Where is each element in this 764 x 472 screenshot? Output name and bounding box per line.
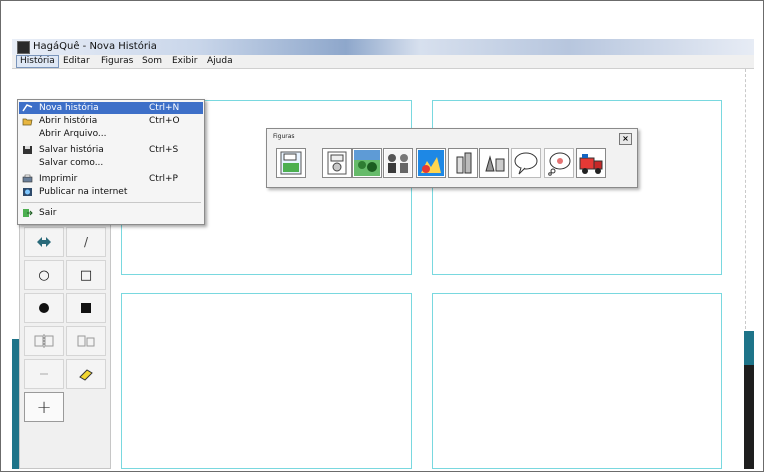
app-icon bbox=[17, 41, 30, 54]
gif-page-button[interactable] bbox=[322, 148, 352, 178]
truck-figure-button[interactable] bbox=[576, 148, 606, 178]
menu-figuras[interactable]: Figuras bbox=[98, 55, 136, 68]
figuras-toolbar: Figuras × bbox=[266, 128, 638, 188]
scenery-button[interactable] bbox=[352, 148, 382, 178]
crosshair-icon: + bbox=[36, 396, 52, 418]
comic-workspace: A / ○ □ bbox=[12, 69, 754, 469]
square-icon: □ bbox=[79, 267, 93, 283]
menu-item-abrir-historia[interactable]: Abrir história Ctrl+O bbox=[19, 115, 203, 127]
figuras-close-button[interactable]: × bbox=[619, 133, 632, 145]
gif-image-icon bbox=[280, 151, 302, 175]
salvar-historia-label: Salvar história bbox=[39, 145, 104, 155]
move-tool[interactable] bbox=[24, 227, 64, 257]
sair-label: Sair bbox=[39, 208, 57, 218]
arrows-icon bbox=[37, 237, 51, 247]
characters-button[interactable] bbox=[383, 148, 413, 178]
salvar-historia-shortcut: Ctrl+S bbox=[149, 145, 179, 155]
thought-balloon-icon bbox=[548, 152, 571, 176]
publicar-internet-label: Publicar na internet bbox=[39, 187, 128, 197]
menu-item-salvar-historia[interactable]: Salvar história Ctrl+S bbox=[19, 144, 203, 156]
save-disk-icon bbox=[23, 146, 32, 154]
imprimir-label: Imprimir bbox=[39, 174, 78, 184]
window-title: HagáQuê - Nova História bbox=[33, 41, 157, 52]
new-story-icon bbox=[22, 104, 33, 112]
menu-item-salvar-como[interactable]: Salvar como... bbox=[19, 157, 203, 169]
line-tool[interactable]: / bbox=[66, 227, 106, 257]
publish-web-icon bbox=[23, 188, 32, 196]
filled-rectangle-tool[interactable] bbox=[66, 293, 106, 323]
nova-historia-label: Nova história bbox=[39, 103, 99, 113]
abrir-historia-shortcut: Ctrl+O bbox=[149, 116, 180, 126]
nova-historia-shortcut: Ctrl+N bbox=[149, 103, 180, 113]
eraser-tool[interactable] bbox=[66, 359, 106, 389]
menu-ajuda[interactable]: Ajuda bbox=[204, 55, 236, 68]
figuras-toolbar-title: Figuras bbox=[273, 133, 295, 140]
exit-icon bbox=[23, 209, 33, 217]
comic-panel-3[interactable] bbox=[121, 293, 412, 469]
dark-backdrop-right bbox=[744, 365, 754, 469]
bottle-figure-button[interactable] bbox=[448, 148, 478, 178]
menu-item-publicar-internet[interactable]: Publicar na internet bbox=[19, 186, 203, 198]
menu-bar: História Editar Figuras Som Exibir Ajuda bbox=[12, 55, 754, 69]
open-folder-icon bbox=[22, 118, 33, 126]
salvar-como-label: Salvar como... bbox=[39, 158, 104, 168]
characters-icon bbox=[385, 150, 411, 176]
menu-separator bbox=[21, 202, 201, 203]
menu-item-abrir-arquivo[interactable]: Abrir Arquivo... bbox=[19, 128, 203, 140]
gif-image-button[interactable] bbox=[276, 148, 306, 178]
circle-tool[interactable]: ○ bbox=[24, 260, 64, 290]
flip-horizontal-icon bbox=[34, 334, 54, 348]
title-bar[interactable]: HagáQuê - Nova História bbox=[12, 39, 754, 55]
color-figure-icon bbox=[418, 150, 444, 176]
truck-icon bbox=[578, 150, 604, 176]
circle-icon: ○ bbox=[38, 267, 50, 283]
speech-balloon-icon bbox=[514, 152, 538, 175]
filled-circle-tool[interactable] bbox=[24, 293, 64, 323]
historia-menu: Nova história Ctrl+N Abrir história Ctrl… bbox=[17, 99, 205, 225]
screenshot-frame: HagáQuê - Nova História História Editar … bbox=[0, 0, 764, 472]
abrir-historia-label: Abrir história bbox=[39, 116, 98, 126]
comic-panel-4[interactable] bbox=[432, 293, 722, 469]
line-icon: / bbox=[83, 235, 89, 249]
flip-horizontal-tool[interactable] bbox=[24, 326, 64, 356]
speech-balloon-button[interactable] bbox=[511, 148, 541, 178]
color-figure-button[interactable] bbox=[416, 148, 446, 178]
flip-vertical-tool[interactable] bbox=[66, 326, 106, 356]
imprimir-shortcut: Ctrl+P bbox=[149, 174, 178, 184]
menu-item-imprimir[interactable]: Imprimir Ctrl+P bbox=[19, 173, 203, 185]
object-icon bbox=[481, 150, 507, 176]
object-figure-button[interactable] bbox=[479, 148, 509, 178]
page-edge-guide bbox=[745, 69, 752, 329]
flip-vertical-icon bbox=[77, 335, 95, 347]
eraser-icon bbox=[79, 369, 93, 381]
teal-backdrop-right bbox=[744, 331, 754, 365]
menu-editar[interactable]: Editar bbox=[60, 55, 93, 68]
tool-palette: A / ○ □ bbox=[19, 189, 111, 469]
filled-square-icon bbox=[81, 303, 91, 313]
select-crosshair-tool[interactable]: + bbox=[24, 392, 64, 422]
menu-item-nova-historia[interactable]: Nova história Ctrl+N bbox=[19, 102, 203, 114]
gif-page-icon bbox=[327, 151, 347, 175]
filled-circle-icon bbox=[39, 303, 49, 313]
thought-balloon-button[interactable] bbox=[544, 148, 574, 178]
abrir-arquivo-label: Abrir Arquivo... bbox=[39, 129, 107, 139]
menu-item-sair[interactable]: Sair bbox=[19, 207, 203, 219]
rectangle-tool[interactable]: □ bbox=[66, 260, 106, 290]
scenery-icon bbox=[354, 150, 380, 176]
menu-exibir[interactable]: Exibir bbox=[169, 55, 200, 68]
printer-icon bbox=[22, 174, 33, 183]
unknown-tool[interactable] bbox=[24, 359, 64, 389]
menu-historia[interactable]: História bbox=[16, 55, 59, 68]
bottle-icon bbox=[450, 150, 476, 176]
hagaque-window: HagáQuê - Nova História História Editar … bbox=[12, 39, 754, 469]
dash-icon bbox=[40, 373, 48, 375]
menu-som[interactable]: Som bbox=[139, 55, 165, 68]
